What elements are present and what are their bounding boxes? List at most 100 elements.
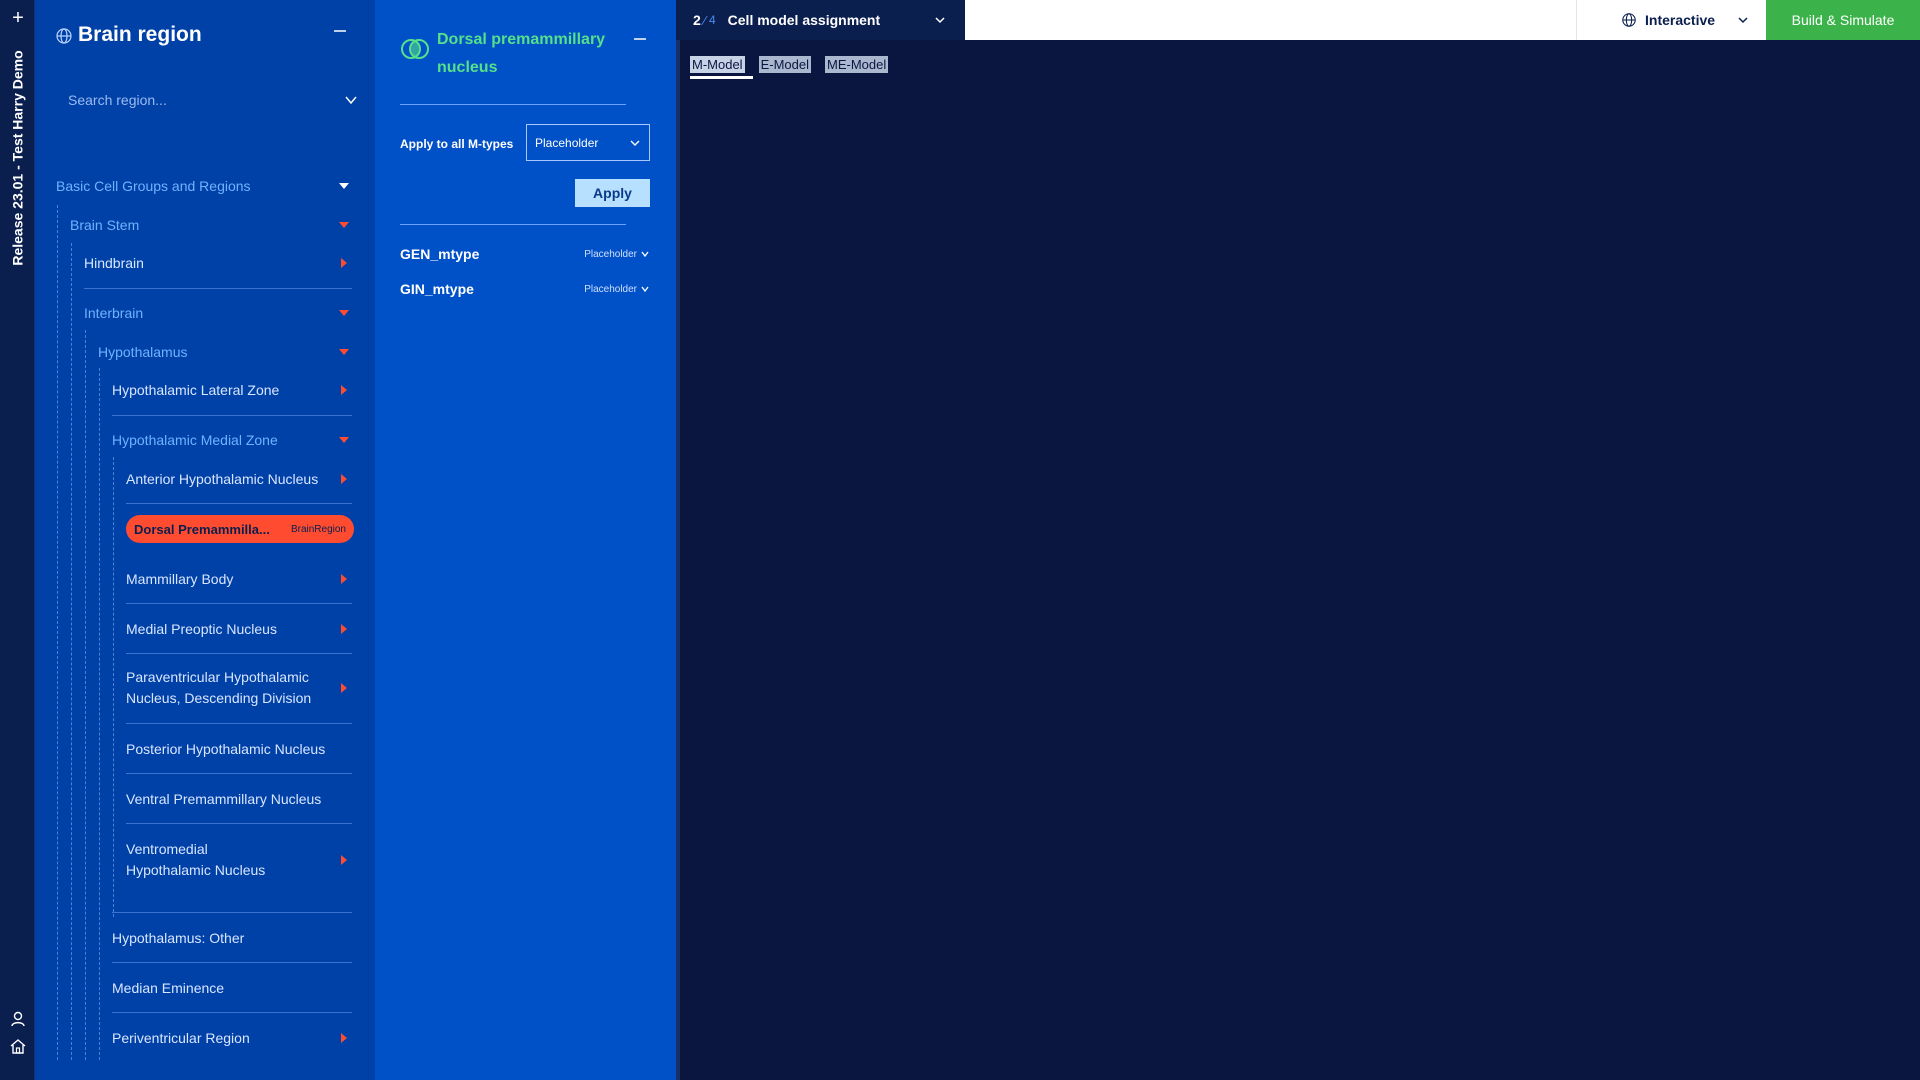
brain-region-panel: Brain region Basic Cell Groups and Regio… — [35, 0, 375, 1080]
tree-item-label: Paraventricular Hypothalamic Nucleus, De… — [126, 669, 312, 706]
mode-selector[interactable]: Interactive — [1576, 0, 1766, 40]
tree-item-hypothalamic-medial-zone[interactable]: Hypothalamic Medial Zone — [112, 420, 352, 460]
divider — [112, 962, 352, 963]
tree-item-label: Basic Cell Groups and Regions — [56, 178, 251, 194]
tree-item-periventricular-region[interactable]: Periventricular Region — [112, 1018, 352, 1058]
model-tabs: M-Model E-Model ME-Model — [690, 56, 889, 79]
tab-me-model[interactable]: ME-Model — [825, 56, 889, 73]
caret-right-icon[interactable] — [336, 471, 352, 487]
top-bar: 2 ⁄ 4 Cell model assignment Interactive … — [676, 0, 1920, 40]
apply-all-select[interactable]: Placeholder — [526, 124, 650, 161]
tree-item-medial-preoptic-nucleus[interactable]: Medial Preoptic Nucleus — [126, 609, 352, 649]
home-icon[interactable] — [9, 1037, 27, 1055]
tree-item-label: Brain Stem — [70, 217, 140, 233]
tree-item-label: Ventral Premammillary Nucleus — [126, 791, 322, 807]
tree-item-label: Median Eminence — [112, 980, 225, 996]
caret-right-icon[interactable] — [336, 571, 352, 587]
tab-e-model[interactable]: E-Model — [758, 56, 811, 73]
caret-right-icon[interactable] — [336, 621, 352, 637]
caret-down-icon[interactable] — [336, 344, 352, 360]
brain-region-title: Brain region — [78, 23, 202, 46]
caret-right-icon[interactable] — [336, 255, 352, 271]
chevron-down-icon — [641, 286, 649, 293]
divider — [126, 603, 352, 604]
tree-item-label: Hindbrain — [84, 255, 144, 271]
tree-item-label: Hypothalamic Medial Zone — [112, 432, 278, 448]
user-icon[interactable] — [9, 1010, 27, 1028]
divider — [400, 224, 626, 225]
brain-globe-icon — [1622, 13, 1636, 27]
caret-right-icon[interactable] — [336, 382, 352, 398]
chevron-down-icon — [1738, 17, 1748, 24]
region-detail-panel: Dorsal premammillary nucleus Apply to al… — [375, 0, 676, 1080]
tree-item-paraventricular-hypothalamic[interactable]: Paraventricular Hypothalamic Nucleus, De… — [126, 663, 352, 713]
tree-item-label: Hypothalamus — [98, 344, 188, 360]
tab-m-model[interactable]: M-Model — [690, 56, 753, 79]
tree-item-label: Ventromedial Hypothalamic Nucleus — [126, 841, 266, 878]
apply-all-label: Apply to all M-types — [400, 137, 514, 151]
divider — [400, 104, 626, 105]
tree-item-label: Medial Preoptic Nucleus — [126, 621, 277, 637]
caret-down-icon[interactable] — [336, 178, 352, 194]
caret-right-icon[interactable] — [336, 680, 352, 696]
build-simulate-button[interactable]: Build & Simulate — [1766, 0, 1920, 40]
divider — [126, 773, 352, 774]
mode-label: Interactive — [1645, 12, 1716, 28]
plus-icon[interactable]: + — [8, 8, 28, 28]
tree-item-basic-cell-groups[interactable]: Basic Cell Groups and Regions — [56, 166, 352, 206]
main-canvas: M-Model E-Model ME-Model — [676, 40, 1920, 1080]
tree-item-ventromedial-hypothalamic-nucleus[interactable]: Ventromedial Hypothalamic Nucleus — [126, 835, 352, 885]
tree-item-label: Hypothalamus: Other — [112, 930, 245, 946]
divider — [84, 288, 352, 289]
chevron-down-icon — [935, 17, 945, 24]
tree-item-ventral-premammillary-nucleus[interactable]: Ventral Premammillary Nucleus — [126, 779, 352, 819]
workflow-step-selector[interactable]: 2 ⁄ 4 Cell model assignment — [676, 0, 965, 40]
tree-item-mammillary-body[interactable]: Mammillary Body — [126, 559, 352, 599]
caret-down-icon[interactable] — [336, 305, 352, 321]
collapse-minus-icon[interactable] — [633, 32, 647, 46]
region-search-input[interactable] — [68, 86, 318, 114]
tree-item-label: Anterior Hypothalamic Nucleus — [126, 471, 319, 487]
caret-right-icon[interactable] — [336, 852, 352, 868]
brain-hemisphere-icon — [401, 39, 429, 59]
tree-guide — [99, 368, 100, 1060]
divider — [126, 823, 352, 824]
region-detail-header: Dorsal premammillary nucleus — [400, 22, 655, 82]
tree-item-hindbrain[interactable]: Hindbrain — [84, 243, 352, 283]
collapse-minus-icon[interactable] — [333, 24, 347, 38]
divider — [112, 912, 352, 913]
tree-item-label: Posterior Hypothalamic Nucleus — [126, 741, 326, 757]
tree-item-hypothalamic-lateral-zone[interactable]: Hypothalamic Lateral Zone — [112, 370, 352, 410]
mtype-select[interactable]: Placeholder — [584, 249, 650, 260]
apply-all-select-value: Placeholder — [535, 135, 599, 150]
tree-item-label: Mammillary Body — [126, 571, 234, 587]
chevron-down-icon — [630, 140, 640, 146]
brain-region-header: Brain region — [55, 22, 365, 52]
chevron-down-icon — [641, 251, 649, 258]
tree-item-selected-region[interactable]: Dorsal Premammilla... BrainRegion — [126, 515, 354, 543]
mtype-select-value: Placeholder — [584, 283, 637, 295]
divider — [112, 415, 352, 416]
mtype-name: GEN_mtype — [400, 246, 480, 262]
tree-item-median-eminence[interactable]: Median Eminence — [112, 968, 352, 1008]
chevron-down-icon[interactable] — [344, 93, 358, 107]
tree-item-hypothalamus-other[interactable]: Hypothalamus: Other — [112, 918, 352, 958]
caret-down-icon[interactable] — [336, 432, 352, 448]
divider — [112, 1012, 352, 1013]
tree-item-label: Hypothalamic Lateral Zone — [112, 382, 280, 398]
tree-item-anterior-hypothalamic-nucleus[interactable]: Anterior Hypothalamic Nucleus — [126, 459, 352, 499]
caret-down-icon[interactable] — [336, 217, 352, 233]
tree-item-interbrain[interactable]: Interbrain — [84, 293, 352, 333]
tree-item-hypothalamus[interactable]: Hypothalamus — [98, 332, 352, 372]
apply-button[interactable]: Apply — [575, 179, 650, 207]
tree-item-posterior-hypothalamic-nucleus[interactable]: Posterior Hypothalamic Nucleus — [126, 729, 352, 769]
mtype-select[interactable]: Placeholder — [584, 284, 650, 295]
tree-item-brain-stem[interactable]: Brain Stem — [70, 205, 352, 245]
step-total: 4 — [708, 13, 716, 27]
selected-region-label: Dorsal Premammilla... — [134, 521, 270, 537]
caret-right-icon[interactable] — [336, 1030, 352, 1046]
mtype-select-value: Placeholder — [584, 248, 637, 260]
step-slash: ⁄ — [703, 12, 706, 28]
region-type-badge: BrainRegion — [290, 523, 346, 535]
divider — [126, 653, 352, 654]
